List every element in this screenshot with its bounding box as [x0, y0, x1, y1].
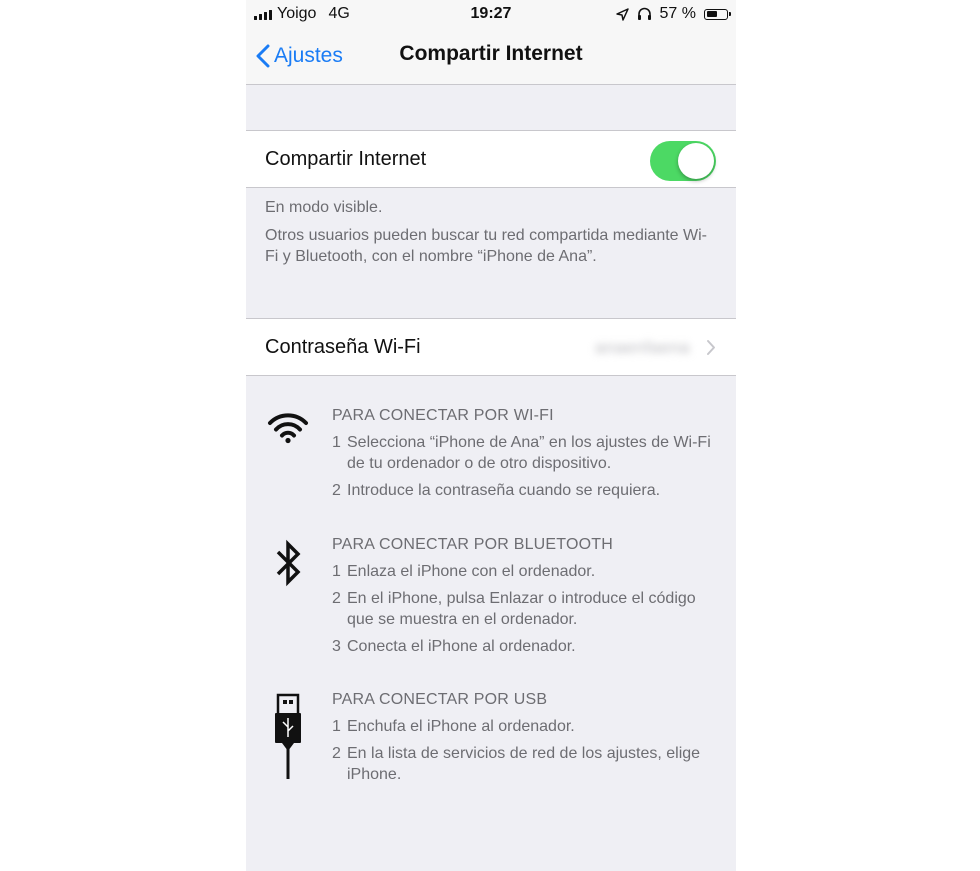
step-item: 2 En el iPhone, pulsa Enlazar o introduc…: [332, 588, 722, 630]
bluetooth-instructions-text: PARA CONECTAR POR BLUETOOTH 1 Enlaza el …: [332, 534, 722, 663]
wifi-icon: [268, 413, 308, 444]
visible-mode-text: En modo visible.: [265, 199, 383, 216]
usb-icon: [275, 693, 301, 779]
step-number: 2: [332, 745, 341, 762]
step-number: 1: [332, 718, 341, 735]
step-item: 3 Conecta el iPhone al ordenador.: [332, 636, 722, 657]
status-right: 57 %: [615, 5, 731, 23]
hotspot-toggle[interactable]: [650, 141, 716, 181]
step-text: Enchufa el iPhone al ordenador.: [347, 718, 575, 735]
battery-percent: 57 %: [659, 5, 696, 22]
step-number: 2: [332, 590, 341, 607]
step-item: 2 En la lista de servicios de red de los…: [332, 743, 722, 785]
bluetooth-section-title: PARA CONECTAR POR BLUETOOTH: [332, 536, 614, 553]
step-text: Selecciona “iPhone de Ana” en los ajuste…: [347, 434, 711, 472]
wifi-section-title: PARA CONECTAR POR WI-FI: [332, 407, 554, 424]
step-text: Conecta el iPhone al ordenador.: [347, 638, 576, 655]
wifi-password-value: anaenfaena: [595, 338, 690, 357]
toggle-knob: [678, 143, 714, 179]
status-bar: Yoigo 4G 19:27 57 %: [246, 0, 736, 28]
chevron-right-icon: [707, 340, 715, 355]
wifi-password-label: Contraseña Wi-Fi: [265, 336, 421, 358]
bluetooth-icon: [276, 539, 301, 587]
wifi-password-cell[interactable]: Contraseña Wi-Fi anaenfaena: [246, 318, 736, 376]
headphones-icon: [637, 7, 651, 20]
step-text: En la lista de servicios de red de los a…: [347, 745, 701, 783]
step-number: 1: [332, 434, 341, 451]
location-arrow-icon: [615, 7, 629, 21]
step-item: 1 Enlaza el iPhone con el ordenador.: [332, 561, 722, 582]
navigation-bar: Ajustes Compartir Internet: [246, 28, 736, 85]
step-item: 1 Enchufa el iPhone al ordenador.: [332, 716, 722, 737]
step-number: 3: [332, 638, 341, 655]
step-text: En el iPhone, pulsa Enlazar o introduce …: [347, 590, 696, 628]
step-text: Enlaza el iPhone con el ordenador.: [347, 563, 596, 580]
step-item: 1 Selecciona “iPhone de Ana” en los ajus…: [332, 432, 722, 474]
wifi-instructions-text: PARA CONECTAR POR WI-FI 1 Selecciona “iP…: [332, 405, 722, 507]
usb-instructions-text: PARA CONECTAR POR USB 1 Enchufa el iPhon…: [332, 689, 722, 791]
battery-level: [706, 11, 717, 17]
page-title: Compartir Internet: [399, 42, 583, 65]
step-number: 2: [332, 482, 341, 499]
step-item: 2 Introduce la contraseña cuando se requ…: [332, 480, 722, 501]
phone-screen: Yoigo 4G 19:27 57 % Ajustes Compartir In…: [246, 0, 736, 871]
hotspot-label: Compartir Internet: [265, 148, 427, 170]
hotspot-cell: Compartir Internet: [246, 130, 736, 188]
hotspot-description: Otros usuarios pueden buscar tu red comp…: [265, 227, 707, 265]
step-text: Introduce la contraseña cuando se requie…: [347, 482, 661, 499]
step-number: 1: [332, 563, 341, 580]
usb-section-title: PARA CONECTAR POR USB: [332, 691, 548, 708]
battery-icon: [704, 8, 731, 20]
